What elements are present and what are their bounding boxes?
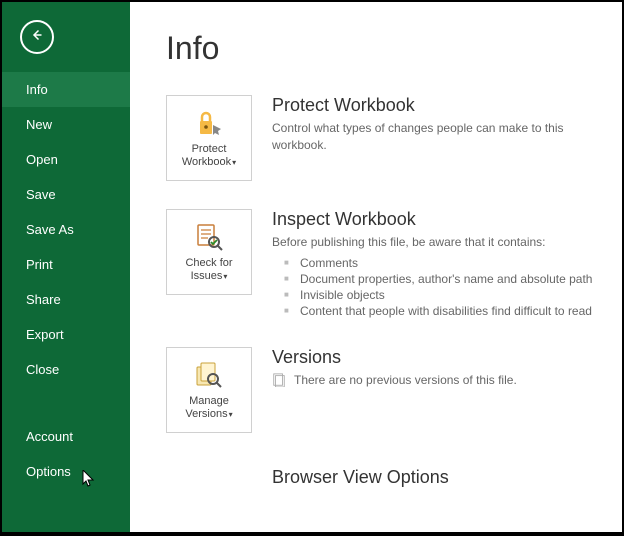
sidebar-item-label: Save As xyxy=(26,222,74,237)
sidebar-item-info[interactable]: Info xyxy=(2,72,130,107)
sidebar-spacer xyxy=(2,387,130,419)
sidebar-item-new[interactable]: New xyxy=(2,107,130,142)
section-title: Browser View Options xyxy=(272,467,612,488)
page-title: Info xyxy=(166,30,622,67)
sidebar-item-close[interactable]: Close xyxy=(2,352,130,387)
inspect-list: Comments Document properties, author's n… xyxy=(272,255,612,319)
backstage-view: Info New Open Save Save As Print Share E… xyxy=(2,2,622,532)
sidebar-item-save-as[interactable]: Save As xyxy=(2,212,130,247)
sidebar-item-save[interactable]: Save xyxy=(2,177,130,212)
section-protect: ProtectWorkbook▾ Protect Workbook Contro… xyxy=(166,95,622,181)
section-title: Versions xyxy=(272,347,612,368)
sidebar-item-label: New xyxy=(26,117,52,132)
sidebar-item-open[interactable]: Open xyxy=(2,142,130,177)
sidebar-item-label: Save xyxy=(26,187,56,202)
sidebar-item-label: Print xyxy=(26,257,53,272)
sidebar-item-label: Share xyxy=(26,292,61,307)
tile-label: Check forIssues▾ xyxy=(185,257,232,283)
list-item: Document properties, author's name and a… xyxy=(272,271,612,287)
sidebar-item-label: Account xyxy=(26,429,73,444)
section-inspect: Check forIssues▾ Inspect Workbook Before… xyxy=(166,209,622,319)
section-body: Inspect Workbook Before publishing this … xyxy=(272,209,622,319)
section-body: Browser View Options xyxy=(272,461,622,492)
documents-magnifier-icon xyxy=(193,359,225,391)
lock-key-icon xyxy=(193,107,225,139)
back-button[interactable] xyxy=(20,20,54,54)
list-item: Comments xyxy=(272,255,612,271)
sidebar: Info New Open Save Save As Print Share E… xyxy=(2,2,130,532)
sidebar-item-print[interactable]: Print xyxy=(2,247,130,282)
manage-versions-button[interactable]: ManageVersions▾ xyxy=(166,347,252,433)
section-desc: Control what types of changes people can… xyxy=(272,120,612,155)
list-item: Invisible objects xyxy=(272,287,612,303)
section-desc: There are no previous versions of this f… xyxy=(294,372,517,389)
back-arrow-icon xyxy=(28,26,46,49)
section-title: Inspect Workbook xyxy=(272,209,612,230)
list-item: Content that people with disabilities fi… xyxy=(272,303,612,319)
section-body: Versions There are no previous versions … xyxy=(272,347,622,389)
main-panel: Info ProtectWorkbook▾ Protect Workbook C… xyxy=(130,2,622,532)
sidebar-item-account[interactable]: Account xyxy=(2,419,130,454)
sidebar-item-label: Export xyxy=(26,327,64,342)
sidebar-item-export[interactable]: Export xyxy=(2,317,130,352)
sidebar-item-label: Close xyxy=(26,362,59,377)
checklist-magnifier-icon xyxy=(193,221,225,253)
document-icon xyxy=(272,373,286,387)
sidebar-item-options[interactable]: Options xyxy=(2,454,130,489)
section-title: Protect Workbook xyxy=(272,95,612,116)
check-issues-button[interactable]: Check forIssues▾ xyxy=(166,209,252,295)
sidebar-item-label: Info xyxy=(26,82,48,97)
section-versions: ManageVersions▾ Versions There are no pr… xyxy=(166,347,622,433)
sidebar-item-share[interactable]: Share xyxy=(2,282,130,317)
sidebar-item-label: Open xyxy=(26,152,58,167)
section-browser: Browser View Options xyxy=(166,461,622,492)
tile-label: ManageVersions▾ xyxy=(185,395,232,421)
tile-label: ProtectWorkbook▾ xyxy=(182,143,236,169)
sidebar-item-label: Options xyxy=(26,464,71,479)
section-desc: Before publishing this file, be aware th… xyxy=(272,234,612,251)
protect-workbook-button[interactable]: ProtectWorkbook▾ xyxy=(166,95,252,181)
section-body: Protect Workbook Control what types of c… xyxy=(272,95,622,155)
